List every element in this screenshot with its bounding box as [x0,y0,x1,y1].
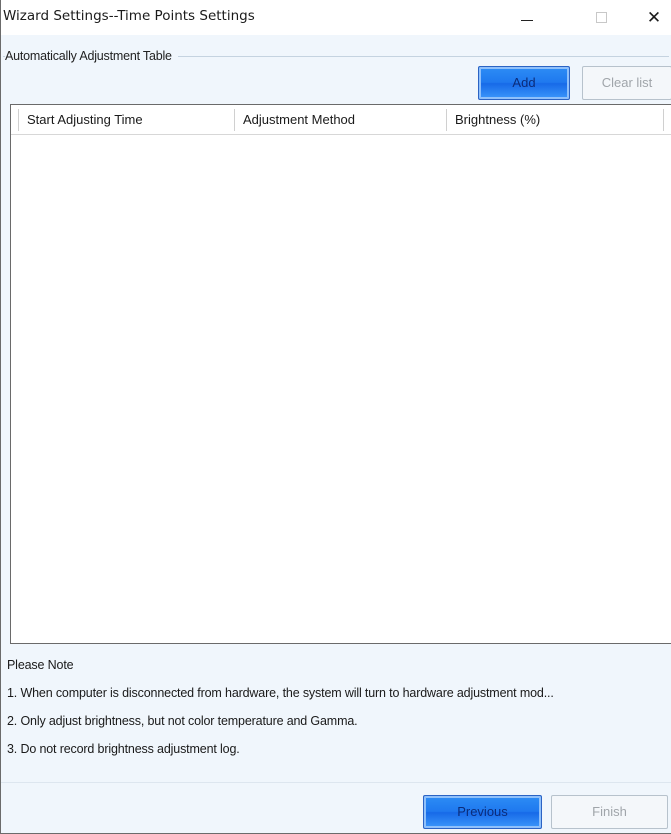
maximize-button [578,0,624,35]
column-header-adjustment-method[interactable]: Adjustment Method [235,105,447,134]
table-header: Start Adjusting Time Adjustment Method B… [11,105,671,135]
maximize-icon [595,12,607,23]
note-item: 1. When computer is disconnected from ha… [7,686,554,700]
adjustment-table: Start Adjusting Time Adjustment Method B… [10,104,671,644]
clear-list-button[interactable]: Clear list [582,66,671,100]
finish-button[interactable]: Finish [551,795,668,829]
minimize-icon [521,20,533,21]
wizard-window: Wizard Settings--Time Points Settings ✕ … [0,0,671,834]
minimize-button[interactable] [504,0,550,35]
group-label: Automatically Adjustment Table [5,49,178,63]
add-button[interactable]: Add [478,66,570,100]
table-body[interactable] [11,135,671,643]
column-header-start-time[interactable]: Start Adjusting Time [19,105,235,134]
note-item: 3. Do not record brightness adjustment l… [7,742,240,756]
close-button[interactable]: ✕ [637,0,671,35]
header-separator[interactable] [663,109,664,131]
title-bar: Wizard Settings--Time Points Settings ✕ [1,0,671,35]
close-icon: ✕ [646,7,662,28]
notes-title: Please Note [7,658,74,672]
footer-divider [1,782,671,783]
note-item: 2. Only adjust brightness, but not color… [7,714,358,728]
window-title: Wizard Settings--Time Points Settings [3,8,255,24]
column-header-brightness[interactable]: Brightness (%) [447,105,665,134]
previous-button[interactable]: Previous [423,795,542,829]
